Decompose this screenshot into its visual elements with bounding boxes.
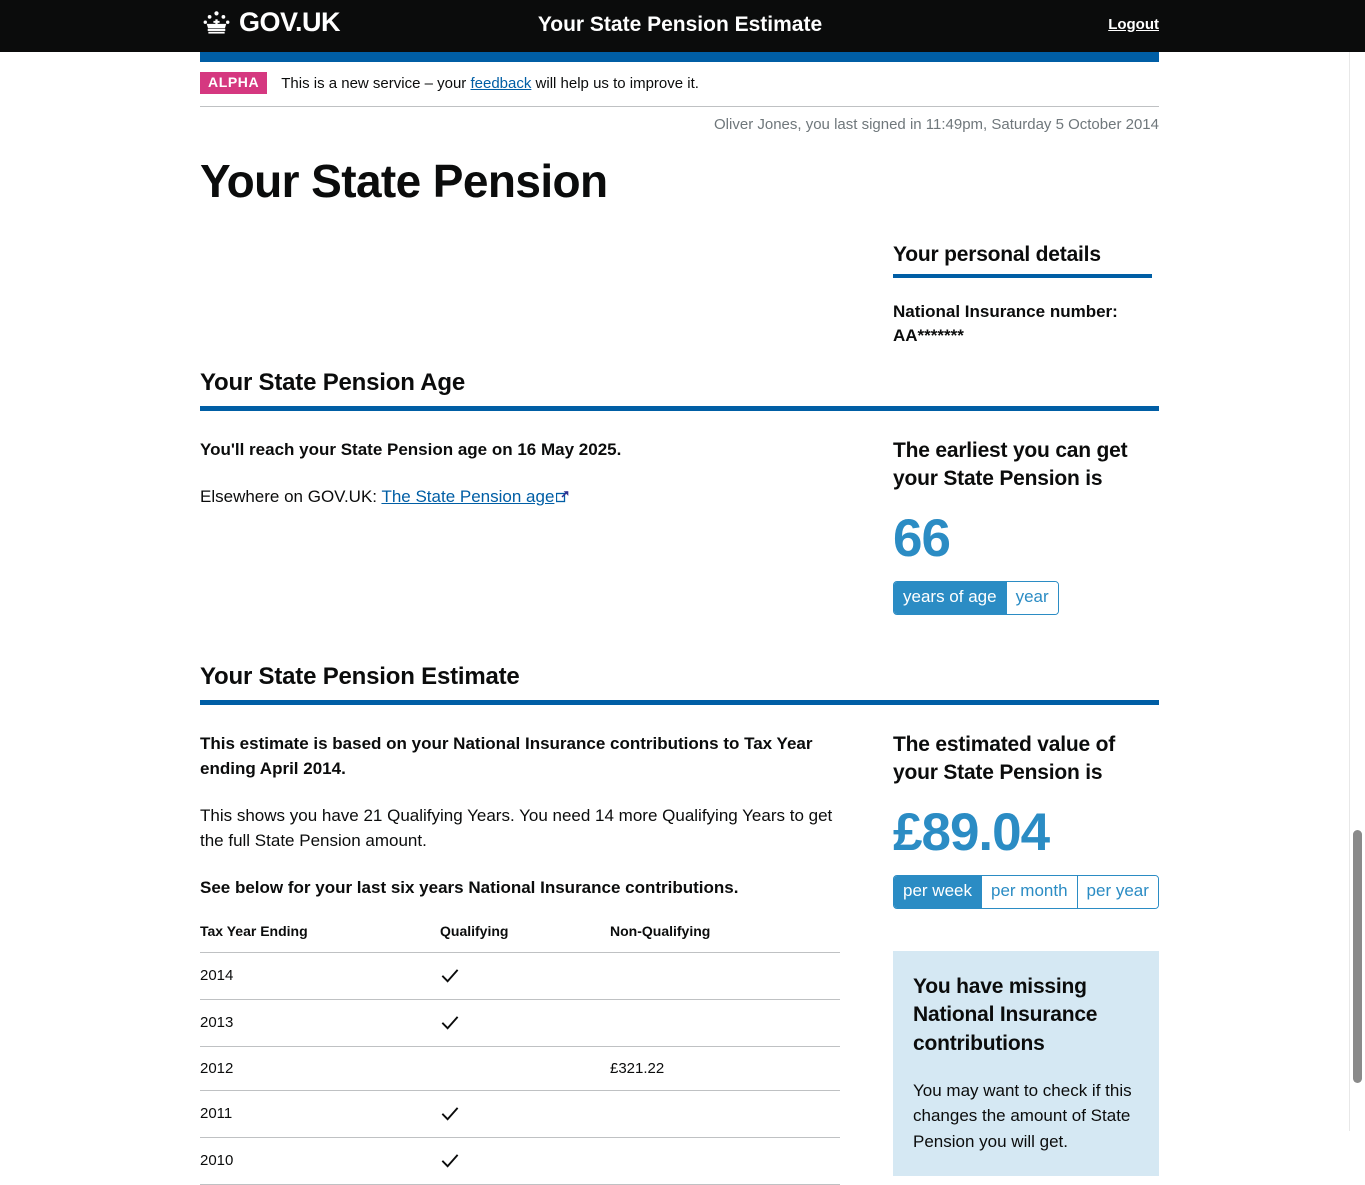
cell-non-qualifying <box>610 999 840 1047</box>
period-toggle-group[interactable]: per week per month per year <box>893 874 1159 909</box>
table-row: 2012 £321.22 <box>200 1046 840 1091</box>
cell-qualifying <box>440 1137 610 1185</box>
cell-tax-year: 2013 <box>200 999 440 1047</box>
column-header-qualifying: Qualifying <box>440 922 610 953</box>
elsewhere-prefix: Elsewhere on GOV.UK: <box>200 487 382 507</box>
toggle-per-week[interactable]: per week <box>894 875 982 908</box>
personal-details-rule <box>893 274 1152 278</box>
alpha-badge: ALPHA <box>200 72 268 95</box>
estimate-panel-title: The estimated value of your State Pensio… <box>893 732 1115 785</box>
site-header: GOV.UK Your State Pension Estimate Logou… <box>0 0 1365 52</box>
phase-text-before: This is a new service – your <box>281 74 471 92</box>
ni-number-label: National Insurance number: <box>893 302 1118 321</box>
phase-banner-text: This is a new service – your feedback wi… <box>281 75 699 92</box>
last-signed-in-text: Oliver Jones, you last signed in 11:49pm… <box>714 116 1159 134</box>
column-header-tax-year: Tax Year Ending <box>200 922 440 953</box>
personal-details-heading: Your personal details <box>893 243 1101 266</box>
feedback-link[interactable]: feedback <box>470 75 531 92</box>
cell-non-qualifying <box>610 1137 840 1185</box>
section-rule-pension-age <box>200 406 1159 412</box>
check-icon <box>440 1013 460 1033</box>
phase-text-after: will help us to improve it. <box>531 74 699 92</box>
pension-age-statement: You'll reach your State Pension age on 1… <box>200 440 622 460</box>
table-row: 2010 <box>200 1137 840 1185</box>
elsewhere-on-govuk: Elsewhere on GOV.UK: The State Pension a… <box>200 484 850 509</box>
external-link-icon <box>556 485 569 503</box>
see-below-text: See below for your last six years Nation… <box>200 878 739 898</box>
phase-banner: ALPHA This is a new service – your feedb… <box>200 62 1159 108</box>
age-unit-toggle-group[interactable]: years of age year <box>893 580 1059 615</box>
toggle-year[interactable]: year <box>1006 581 1058 614</box>
pension-estimate-main: This estimate is based on your National … <box>200 731 850 1185</box>
cell-qualifying <box>440 952 610 1000</box>
cell-tax-year: 2014 <box>200 952 440 1000</box>
logout-link[interactable]: Logout <box>1108 16 1159 33</box>
pension-estimate-grid: This estimate is based on your National … <box>200 731 1159 1185</box>
pension-age-grid: You'll reach your State Pension age on 1… <box>200 437 1159 615</box>
scrollbar-thumb[interactable] <box>1353 830 1362 1083</box>
ni-contributions-table: Tax Year Ending Qualifying Non-Qualifyin… <box>200 922 840 1185</box>
page-container: ALPHA This is a new service – your feedb… <box>200 62 1159 1185</box>
section-rule-pension-estimate <box>200 699 1159 705</box>
cell-tax-year: 2011 <box>200 1090 440 1138</box>
ni-number-value: AA******* <box>893 326 964 346</box>
info-box-title: You have missing National Insurance cont… <box>913 974 1098 1055</box>
toggle-years-of-age[interactable]: years of age <box>894 581 1007 614</box>
cell-tax-year: 2010 <box>200 1137 440 1185</box>
toggle-per-month[interactable]: per month <box>981 875 1078 908</box>
section-heading-pension-age: Your State Pension Age <box>200 369 465 397</box>
earliest-panel-title: The earliest you can get your State Pens… <box>893 439 1128 491</box>
table-row: 2011 <box>200 1090 840 1138</box>
column-header-non-qualifying: Non-Qualifying <box>610 922 840 953</box>
service-title: Your State Pension Estimate <box>537 13 823 36</box>
qualifying-years-text: This shows you have 21 Qualifying Years.… <box>200 806 833 851</box>
personal-details-block: Your personal details National Insurance… <box>893 243 1159 348</box>
check-icon <box>440 1104 460 1124</box>
earliest-pension-panel: The earliest you can get your State Pens… <box>893 437 1159 615</box>
cell-tax-year: 2012 <box>200 1046 440 1091</box>
section-heading-pension-estimate: Your State Pension Estimate <box>200 662 520 690</box>
cell-non-qualifying <box>610 952 840 1000</box>
check-icon <box>440 1151 460 1171</box>
header-blue-rule <box>200 52 1159 62</box>
table-header-row: Tax Year Ending Qualifying Non-Qualifyin… <box>200 922 840 953</box>
table-row: 2013 <box>200 999 840 1047</box>
estimate-side-column: The estimated value of your State Pensio… <box>893 731 1159 1176</box>
cell-qualifying <box>440 999 610 1047</box>
toggle-per-year[interactable]: per year <box>1077 875 1158 908</box>
earliest-age-value: 66 <box>893 508 951 568</box>
pension-age-main: You'll reach your State Pension age on 1… <box>200 437 850 531</box>
check-icon <box>440 966 460 986</box>
info-box-text: You may want to check if this changes th… <box>913 1081 1132 1151</box>
cell-non-qualifying: £321.22 <box>610 1046 840 1091</box>
page-title: Your State Pension <box>200 155 608 208</box>
cell-qualifying <box>440 1090 610 1138</box>
state-pension-age-link[interactable]: The State Pension age <box>381 487 554 506</box>
missing-contributions-info-box: You have missing National Insurance cont… <box>893 950 1159 1176</box>
estimate-value: £89.04 <box>893 802 1050 862</box>
table-row: 2014 <box>200 952 840 1000</box>
cell-non-qualifying <box>610 1090 840 1138</box>
page-scrollbar[interactable] <box>1349 52 1365 1131</box>
cell-qualifying <box>440 1046 610 1091</box>
estimate-basis-text: This estimate is based on your National … <box>200 733 813 778</box>
